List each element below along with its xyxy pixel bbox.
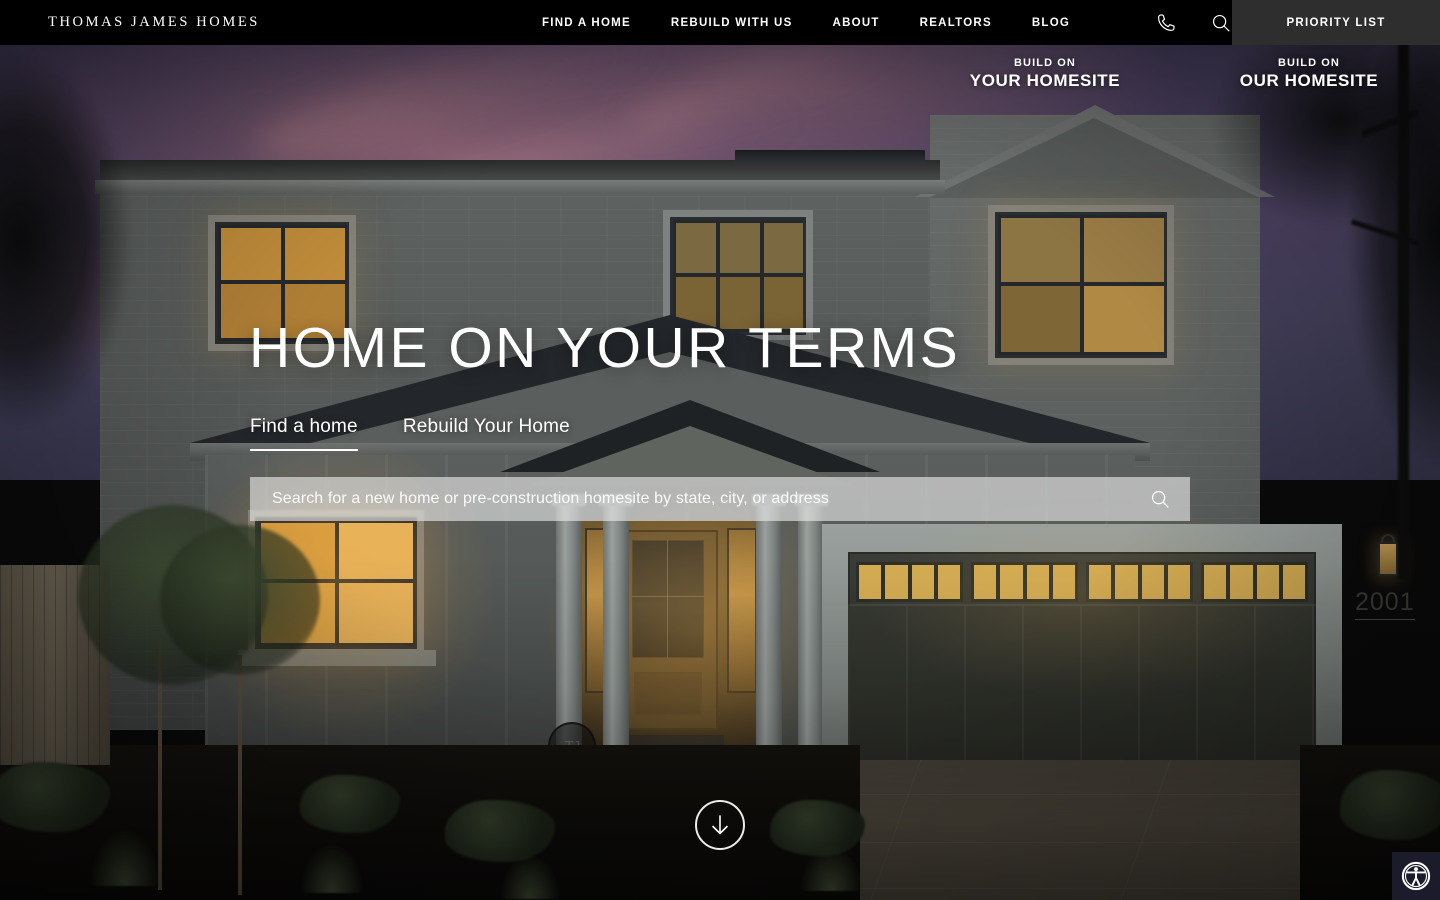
search-submit-button[interactable]: [1130, 477, 1190, 521]
build-on-our-homesite-link[interactable]: BUILD ON OUR HOMESITE: [1184, 56, 1434, 92]
accessibility-icon: [1401, 861, 1431, 891]
search-input[interactable]: [250, 477, 1130, 521]
hero-title: HOME ON YOUR TERMS: [249, 316, 961, 380]
tab-rebuild-your-home[interactable]: Rebuild Your Home: [403, 416, 570, 451]
brand-logo[interactable]: THOMAS JAMES HOMES: [48, 14, 260, 31]
search-icon[interactable]: [1210, 12, 1232, 34]
phone-icon[interactable]: [1154, 12, 1176, 34]
header-icon-group: [1154, 0, 1232, 45]
build-your-small-label: BUILD ON: [1014, 57, 1076, 69]
hero-search-tabs: Find a home Rebuild Your Home: [250, 416, 570, 451]
nav-item-about[interactable]: ABOUT: [833, 17, 880, 29]
scroll-down-button[interactable]: [695, 800, 745, 850]
site-header: THOMAS JAMES HOMES FIND A HOME REBUILD W…: [0, 0, 1440, 45]
tab-find-a-home[interactable]: Find a home: [250, 416, 358, 451]
priority-list-button[interactable]: PRIORITY LIST: [1232, 0, 1440, 45]
hero-content: HOME ON YOUR TERMS Find a home Rebuild Y…: [0, 0, 1440, 900]
search-icon: [1151, 490, 1169, 508]
hero-search-bar: [250, 477, 1190, 521]
build-on-links: BUILD ON YOUR HOMESITE BUILD ON OUR HOME…: [920, 56, 1440, 92]
accessibility-widget-button[interactable]: [1392, 852, 1440, 900]
nav-item-rebuild-with-us[interactable]: REBUILD WITH US: [671, 17, 793, 29]
build-on-your-homesite-link[interactable]: BUILD ON YOUR HOMESITE: [920, 56, 1170, 92]
build-our-big-label: OUR HOMESITE: [1239, 71, 1379, 90]
main-navigation: FIND A HOME REBUILD WITH US ABOUT REALTO…: [542, 0, 1070, 45]
nav-item-blog[interactable]: BLOG: [1032, 17, 1070, 29]
nav-item-find-a-home[interactable]: FIND A HOME: [542, 17, 631, 29]
build-our-small-label: BUILD ON: [1278, 57, 1340, 69]
build-your-big-label: YOUR HOMESITE: [969, 71, 1121, 90]
arrow-down-icon: [712, 815, 728, 835]
nav-item-realtors[interactable]: REALTORS: [920, 17, 992, 29]
